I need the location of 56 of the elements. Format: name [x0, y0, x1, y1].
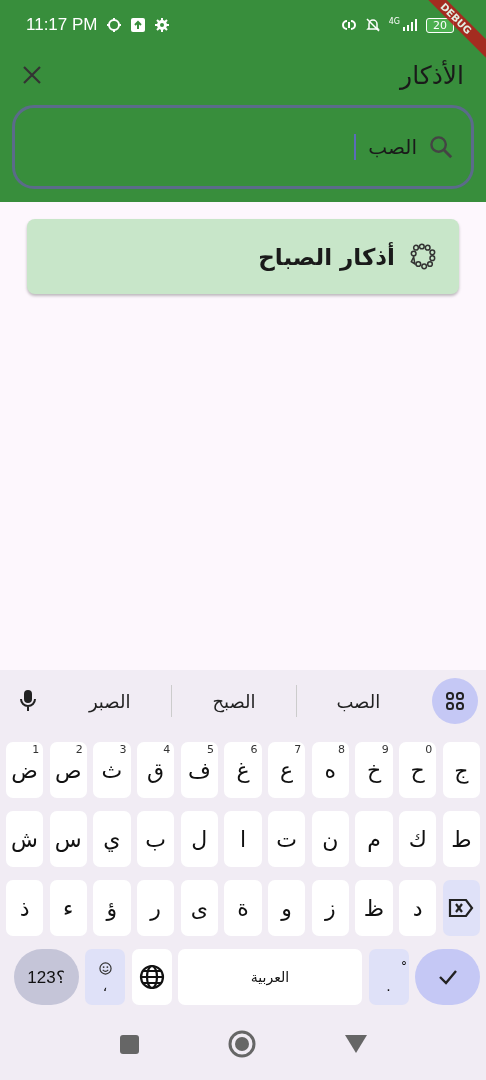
keyboard-key[interactable]: ء [49, 880, 87, 936]
suggestion[interactable]: الصبح [172, 690, 296, 712]
keyboard-key[interactable]: ط [442, 811, 480, 867]
backspace-icon [448, 898, 475, 918]
keyboard-key[interactable]: ذ [5, 880, 44, 936]
keyboard-key[interactable]: ى [180, 880, 218, 936]
keyboard-key[interactable]: و [268, 880, 306, 936]
result-title: أذكار الصباح [258, 243, 395, 270]
keyboard-key[interactable]: ج [442, 742, 480, 798]
back-button[interactable] [344, 1035, 367, 1053]
keyboard-key[interactable]: ؤ [93, 880, 131, 936]
symbols-key[interactable]: ؟123 [13, 949, 79, 1005]
emoji-key[interactable]: ، [85, 949, 125, 1005]
status-time: 11:17 PM [26, 15, 98, 35]
recents-button[interactable] [119, 1034, 139, 1054]
muted-bell-icon [364, 17, 381, 33]
smiley-icon [98, 961, 112, 975]
keyboard-key[interactable]: م [355, 811, 393, 867]
microphone-icon[interactable] [20, 689, 36, 713]
upload-icon [129, 17, 146, 33]
suggestion[interactable]: الصب [296, 690, 420, 712]
search-text: الصب [368, 135, 417, 159]
keyboard-key[interactable]: س [49, 811, 87, 867]
network-label: 4G [388, 16, 400, 26]
space-key[interactable]: العربية [178, 949, 362, 1005]
keyboard-key[interactable]: ش [5, 811, 44, 867]
signal-icon [402, 19, 418, 31]
keyboard-key[interactable]: ة [224, 880, 262, 936]
keyboard-key[interactable]: ر [137, 880, 175, 936]
language-key[interactable] [131, 949, 172, 1005]
keyboard-key[interactable]: ب [137, 811, 175, 867]
close-icon[interactable] [22, 65, 42, 85]
suggestion[interactable]: الصبر [48, 690, 172, 712]
search-field[interactable]: الصب [12, 105, 474, 189]
result-card[interactable]: أذكار الصباح [27, 219, 459, 294]
prayer-beads-icon [409, 242, 437, 271]
keyboard-key[interactable]: د [399, 880, 437, 936]
backspace-key[interactable] [442, 880, 480, 936]
search-icon [429, 135, 453, 159]
app-title: الأذكار [400, 60, 464, 90]
keyboard-key[interactable]: ل [180, 811, 218, 867]
grid-icon [445, 691, 465, 711]
keyboard-key[interactable]: ك [399, 811, 437, 867]
checkmark-icon [437, 969, 458, 985]
home-button[interactable] [226, 1029, 257, 1059]
keyboard-key[interactable]: ن [311, 811, 349, 867]
keyboard-key[interactable]: ا [224, 811, 262, 867]
apps-button[interactable] [432, 678, 478, 724]
keyboard-key[interactable]: ز [311, 880, 349, 936]
link-icon [340, 17, 357, 33]
keyboard-key[interactable]: ت [268, 811, 306, 867]
globe-icon [138, 964, 165, 990]
keyboard-key[interactable]: ي [93, 811, 131, 867]
keyboard-key[interactable]: ظ [355, 880, 393, 936]
period-key[interactable]: ْ . [368, 949, 409, 1005]
settings-icon [153, 17, 170, 33]
